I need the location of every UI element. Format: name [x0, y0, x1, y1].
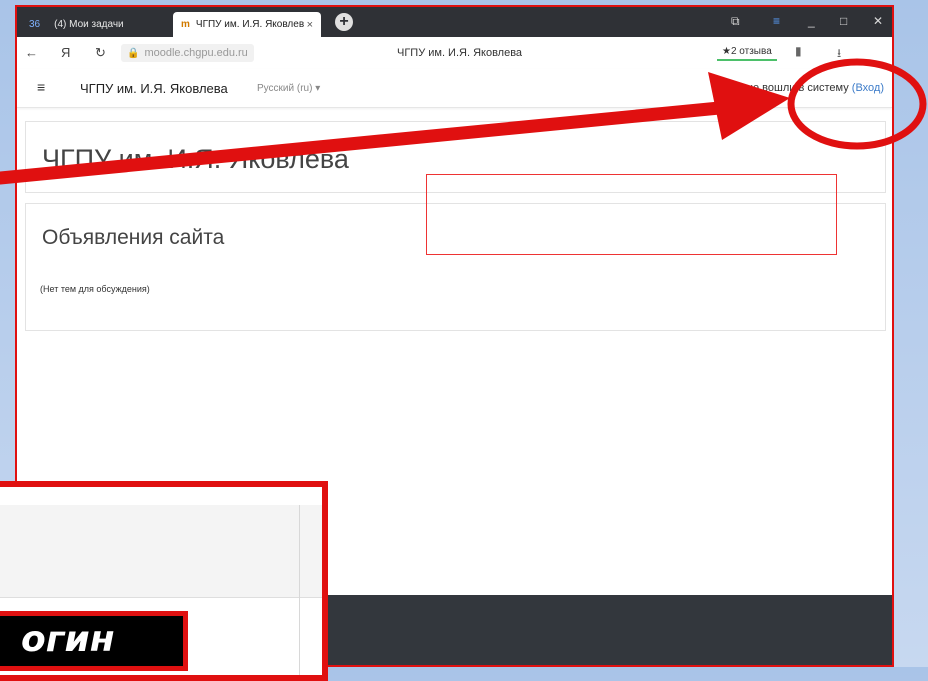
- bookmark-icon[interactable]: ▮: [795, 44, 802, 58]
- moodle-favicon-icon: m: [181, 19, 190, 30]
- yandex-icon[interactable]: Я: [61, 45, 70, 60]
- page-heading: ЧГПУ им. И.Я. Яковлева: [42, 144, 349, 174]
- close-window-icon[interactable]: ✕: [873, 14, 883, 28]
- announcements-title: Объявления сайта: [42, 226, 225, 249]
- minimize-icon[interactable]: _: [808, 14, 815, 28]
- page-title: ЧГПУ им. И.Я. Яковлева: [397, 47, 523, 59]
- login-status: Вы не вошли в систему (Вход): [729, 82, 884, 94]
- lock-icon: 🔒: [127, 48, 140, 59]
- language-selector[interactable]: Русский (ru) ▾: [257, 83, 320, 94]
- url-field[interactable]: 🔒 moodle.chgpu.edu.ru: [121, 44, 254, 62]
- tab-strip: 36 (4) Мои задачи m ЧГПУ им. И.Я. Яковле…: [17, 7, 892, 37]
- zoom-inset: огин: [0, 481, 328, 681]
- inset-divider: [299, 505, 300, 675]
- announcements-empty: (Нет тем для обсуждения): [40, 284, 150, 294]
- reviews-badge[interactable]: ★2 отзыва: [717, 44, 777, 61]
- url-text: moodle.chgpu.edu.ru: [144, 47, 248, 59]
- tab-chgpu[interactable]: m ЧГПУ им. И.Я. Яковлев ×: [173, 12, 321, 37]
- tab-label: ЧГПУ им. И.Я. Яковлев: [195, 19, 305, 30]
- site-brand[interactable]: ЧГПУ им. И.Я. Яковлева: [80, 81, 228, 96]
- address-bar: ← Я ↻ 🔒 moodle.chgpu.edu.ru ЧГПУ им. И.Я.…: [17, 37, 892, 70]
- tab-my-tasks[interactable]: 36 (4) Мои задачи: [21, 12, 169, 37]
- tab-label: (4) Мои задачи: [54, 19, 124, 30]
- maximize-icon[interactable]: □: [840, 14, 847, 28]
- highlight-box: [426, 174, 837, 255]
- reload-icon[interactable]: ↻: [95, 45, 106, 61]
- new-tab-button[interactable]: +: [335, 13, 353, 31]
- login-prefix: Вы не вошли в систему: [728, 82, 849, 94]
- login-link[interactable]: (Вход): [852, 82, 884, 94]
- site-header: ≡ ЧГПУ им. И.Я. Яковлева Русский (ru) ▾ …: [17, 69, 892, 108]
- close-icon[interactable]: ×: [307, 19, 313, 31]
- download-icon[interactable]: ⭳: [837, 44, 841, 65]
- inset-header-band: [0, 505, 322, 598]
- tab-badge: 36: [29, 19, 41, 30]
- notifications-icon[interactable]: ≡: [773, 14, 780, 28]
- menu-icon[interactable]: ≡: [37, 79, 45, 95]
- copy-icon[interactable]: ⧉: [731, 14, 740, 29]
- back-icon[interactable]: ←: [25, 45, 38, 60]
- login-button[interactable]: огин: [0, 611, 188, 671]
